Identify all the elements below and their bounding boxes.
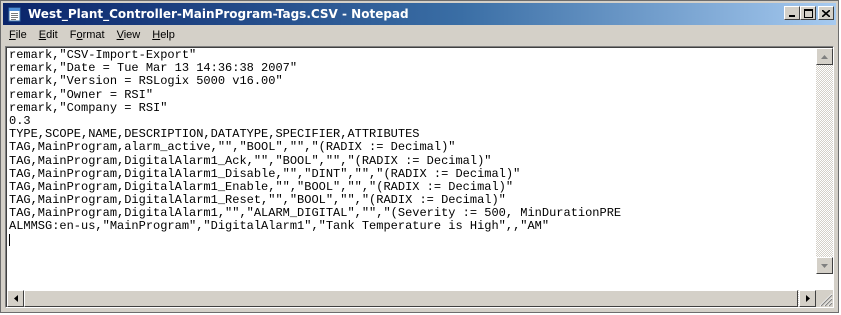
arrow-left-icon	[13, 295, 18, 302]
minimize-icon	[789, 14, 795, 17]
text-line: TAG,MainProgram,DigitalAlarm1_Disable,""…	[9, 166, 521, 181]
minimize-button[interactable]	[784, 6, 800, 20]
scroll-right-button[interactable]	[799, 290, 816, 307]
caret-line	[8, 233, 814, 247]
menu-view[interactable]: View	[111, 26, 147, 45]
close-icon	[822, 9, 830, 17]
notepad-icon[interactable]	[7, 6, 23, 22]
text-line: ALMMSG:en-us,"MainProgram","DigitalAlarm…	[9, 219, 550, 234]
text-caret	[9, 233, 10, 246]
arrow-up-icon	[821, 54, 828, 59]
text-line: remark,"Version = RSLogix 5000 v16.00"	[9, 74, 283, 89]
menu-file[interactable]: File	[3, 26, 33, 45]
horizontal-scroll-thumb[interactable]	[24, 290, 798, 307]
text-line: remark,"Company = RSI"	[9, 100, 168, 115]
close-button[interactable]	[818, 6, 834, 20]
window-title: West_Plant_Controller-MainProgram-Tags.C…	[28, 7, 409, 21]
menu-format[interactable]: Format	[64, 26, 111, 45]
editor-frame: remark,"CSV-Import-Export" remark,"Date …	[5, 46, 834, 308]
menu-edit[interactable]: Edit	[33, 26, 64, 45]
vertical-scrollbar[interactable]	[816, 48, 833, 274]
notepad-window: West_Plant_Controller-MainProgram-Tags.C…	[0, 0, 839, 313]
text-line: remark,"Owner = RSI"	[9, 87, 154, 102]
maximize-button[interactable]	[800, 6, 816, 20]
title-bar[interactable]: West_Plant_Controller-MainProgram-Tags.C…	[3, 3, 836, 25]
resize-grip[interactable]	[816, 290, 833, 307]
arrow-right-icon	[805, 295, 810, 302]
horizontal-scrollbar[interactable]	[7, 290, 816, 307]
arrow-down-icon	[821, 263, 828, 268]
scroll-down-button[interactable]	[816, 257, 833, 274]
maximize-icon	[803, 8, 813, 18]
text-line: TAG,MainProgram,alarm_active,"","BOOL","…	[9, 140, 456, 155]
text-editor[interactable]: remark,"CSV-Import-Export" remark,"Date …	[8, 49, 814, 273]
window-controls	[784, 6, 834, 20]
menu-bar: File Edit Format View Help	[3, 26, 836, 45]
scroll-up-button[interactable]	[816, 48, 833, 65]
scroll-left-button[interactable]	[7, 290, 24, 307]
resize-grip-icon	[819, 293, 833, 307]
menu-help[interactable]: Help	[146, 26, 181, 45]
text-line: TAG,MainProgram,DigitalAlarm1_Ack,"","BO…	[9, 153, 492, 168]
